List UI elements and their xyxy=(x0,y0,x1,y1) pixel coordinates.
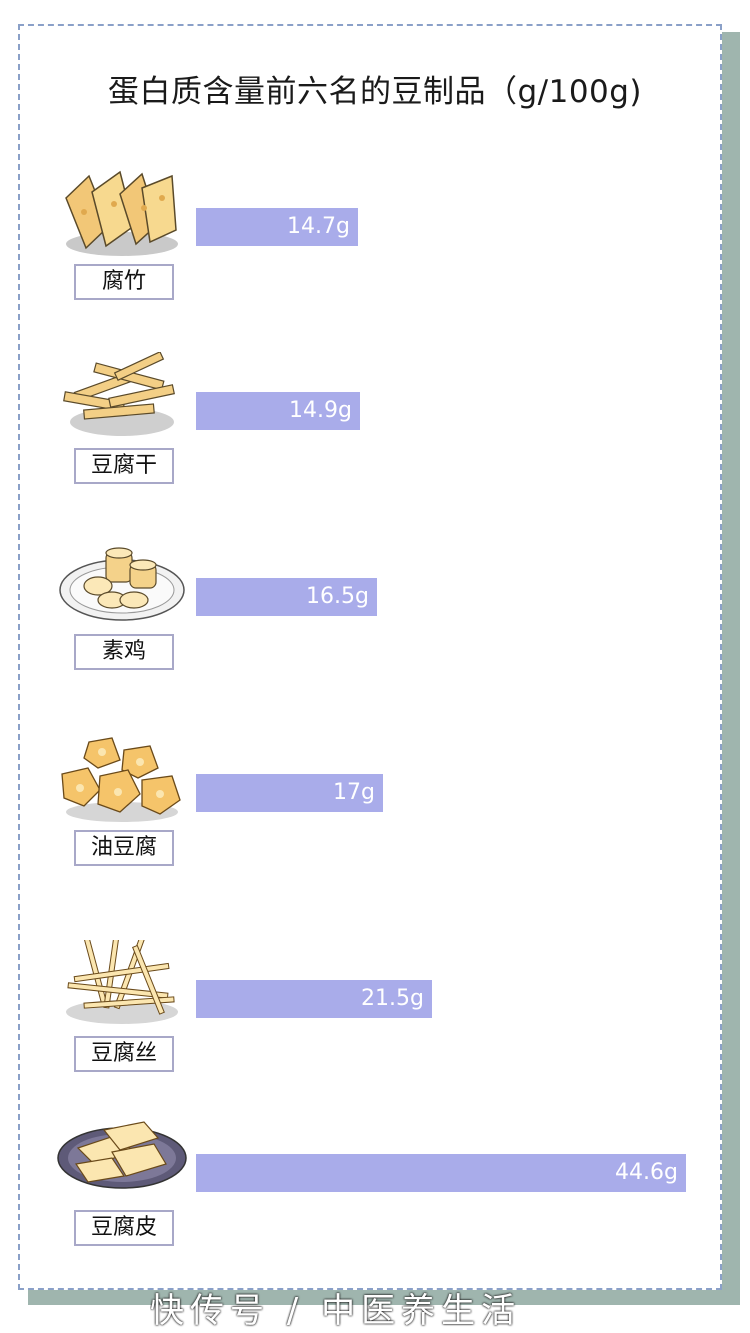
category-label: 油豆腐 xyxy=(74,830,174,866)
watermark: 快传号 / 中医养生活 xyxy=(150,1291,522,1331)
bar-value-label: 17g xyxy=(333,780,375,805)
dried-tofu-strips-icon xyxy=(63,352,175,436)
category-label: 腐竹 xyxy=(74,264,174,300)
bar-value-label: 14.7g xyxy=(287,214,350,239)
category-label: 豆腐皮 xyxy=(74,1210,174,1246)
bar: 21.5g xyxy=(196,980,432,1018)
bar-row: 豆腐丝 21.5g xyxy=(0,940,750,1090)
category-label: 豆腐丝 xyxy=(74,1036,174,1072)
bar-row: 豆腐皮 44.6g xyxy=(0,1114,750,1264)
bar-row: 素鸡 16.5g xyxy=(0,538,750,688)
bar-row: 豆腐干 14.9g xyxy=(0,352,750,502)
category-label: 豆腐干 xyxy=(74,448,174,484)
bar-value-label: 44.6g xyxy=(615,1160,678,1185)
bar-value-label: 14.9g xyxy=(289,398,352,423)
vegetarian-chicken-plate-icon xyxy=(59,547,185,621)
category-label: 素鸡 xyxy=(74,634,174,670)
bar: 17g xyxy=(196,774,383,812)
tofu-skin-plate-icon xyxy=(57,1121,187,1189)
bar: 14.9g xyxy=(196,392,360,430)
tofu-shreds-icon xyxy=(66,940,178,1024)
bar: 44.6g xyxy=(196,1154,686,1192)
bar-value-label: 16.5g xyxy=(306,584,369,609)
bar: 16.5g xyxy=(196,578,377,616)
yuba-sheets-icon xyxy=(65,170,178,256)
bar: 14.7g xyxy=(196,208,358,246)
bar-row: 油豆腐 17g xyxy=(0,734,750,884)
bar-row: 腐竹 14.7g xyxy=(0,168,750,318)
chart-title: 蛋白质含量前六名的豆制品（g/100g) xyxy=(107,74,643,110)
fried-tofu-puffs-icon xyxy=(61,737,181,822)
bar-value-label: 21.5g xyxy=(361,986,424,1011)
